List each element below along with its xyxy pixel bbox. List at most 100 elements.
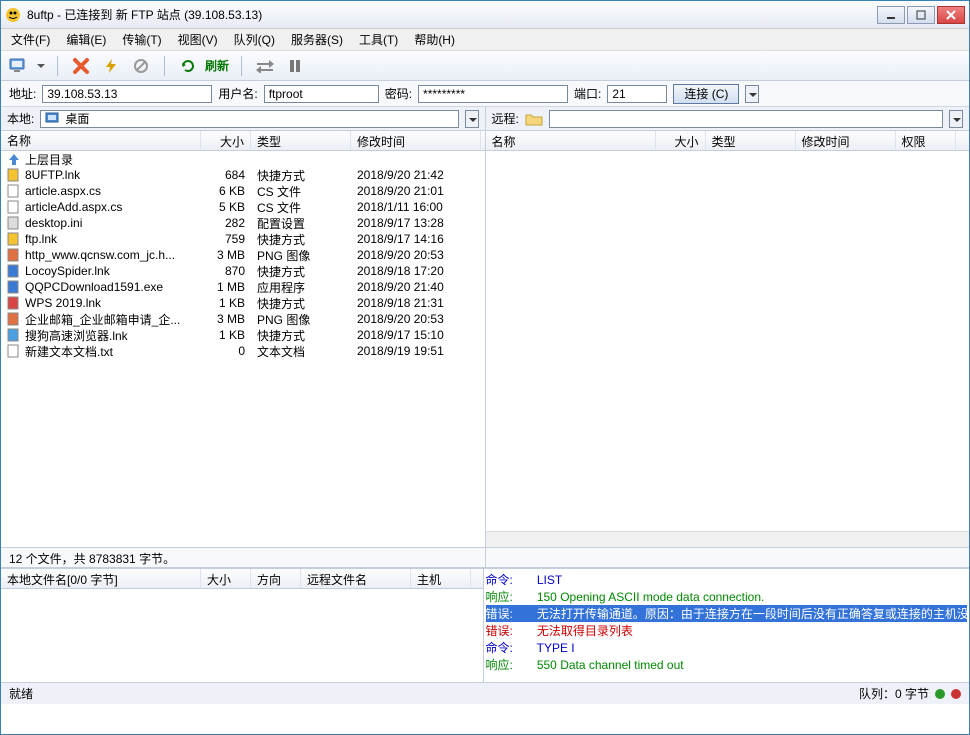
password-input[interactable] xyxy=(418,85,568,103)
menu-item[interactable]: 文件(F) xyxy=(5,29,56,50)
file-panes: 本地: 桌面 名称 大小 类型 修改时间 上层目录8UFTP.lnk684快捷方… xyxy=(1,107,969,567)
local-file-list[interactable]: 上层目录8UFTP.lnk684快捷方式2018/9/20 21:42artic… xyxy=(1,151,485,547)
maximize-button[interactable] xyxy=(907,6,935,24)
col-remotename[interactable]: 远程文件名 xyxy=(301,569,411,588)
col-mtime[interactable]: 修改时间 xyxy=(796,131,896,150)
remote-path-dropdown-icon[interactable] xyxy=(949,110,963,128)
col-name[interactable]: 名称 xyxy=(1,131,201,150)
col-type[interactable]: 类型 xyxy=(706,131,796,150)
port-label: 端口: xyxy=(574,85,601,102)
password-label: 密码: xyxy=(385,85,412,102)
remote-file-list[interactable] xyxy=(486,151,970,531)
forbidden-icon xyxy=(133,58,149,74)
refresh-icon xyxy=(180,58,196,74)
username-input[interactable] xyxy=(264,85,379,103)
dropdown-icon[interactable] xyxy=(37,62,45,70)
file-row[interactable]: ftp.lnk759快捷方式2018/9/17 14:16 xyxy=(1,231,485,247)
status-bar: 就绪 队列：0 字节 xyxy=(1,682,969,704)
queue-pane: 本地文件名[0/0 字节] 大小 方向 远程文件名 主机 xyxy=(1,569,484,682)
up-directory[interactable]: 上层目录 xyxy=(1,151,485,167)
remote-status xyxy=(486,547,970,567)
log-line: 命令: TYPE I xyxy=(486,639,968,656)
disconnect-button[interactable] xyxy=(130,55,152,77)
log-pane[interactable]: 命令: LIST响应: 150 Opening ASCII mode data … xyxy=(484,569,970,682)
col-dir[interactable]: 方向 xyxy=(251,569,301,588)
minimize-button[interactable] xyxy=(877,6,905,24)
close-button[interactable] xyxy=(937,6,965,24)
cancel-button[interactable] xyxy=(70,55,92,77)
col-host[interactable]: 主机 xyxy=(411,569,471,588)
col-size[interactable]: 大小 xyxy=(656,131,706,150)
transfer-mode-button[interactable] xyxy=(254,55,276,77)
file-row[interactable]: 新建文本文档.txt0文本文档2018/9/19 19:51 xyxy=(1,343,485,359)
connect-dropdown-icon[interactable] xyxy=(745,85,759,103)
menu-bar: 文件(F)编辑(E)传输(T)视图(V)队列(Q)服务器(S)工具(T)帮助(H… xyxy=(1,29,969,51)
file-row[interactable]: LocoySpider.lnk870快捷方式2018/9/18 17:20 xyxy=(1,263,485,279)
log-line: 响应: 150 Opening ASCII mode data connecti… xyxy=(486,588,968,605)
status-ready: 就绪 xyxy=(9,685,33,702)
status-dot-red xyxy=(951,689,961,699)
col-localname[interactable]: 本地文件名[0/0 字节] xyxy=(1,569,201,588)
file-row[interactable]: QQPCDownload1591.exe1 MB应用程序2018/9/20 21… xyxy=(1,279,485,295)
local-header: 名称 大小 类型 修改时间 xyxy=(1,131,485,151)
file-row[interactable]: 企业邮箱_企业邮箱申请_企...3 MBPNG 图像2018/9/20 20:5… xyxy=(1,311,485,327)
file-row[interactable]: articleAdd.aspx.cs5 KBCS 文件2018/1/11 16:… xyxy=(1,199,485,215)
cancel-icon xyxy=(72,57,90,75)
folder-icon xyxy=(525,112,543,126)
desktop-icon xyxy=(45,112,61,126)
col-size[interactable]: 大小 xyxy=(201,131,251,150)
app-icon xyxy=(5,7,21,23)
menu-item[interactable]: 帮助(H) xyxy=(408,29,461,50)
connect-button[interactable]: 连接 (C) xyxy=(673,84,739,104)
menu-item[interactable]: 服务器(S) xyxy=(285,29,349,50)
address-input[interactable] xyxy=(42,85,212,103)
pause-icon xyxy=(288,59,302,73)
queue-list[interactable] xyxy=(1,589,483,682)
menu-item[interactable]: 队列(Q) xyxy=(228,29,281,50)
pause-button[interactable] xyxy=(284,55,306,77)
connection-bar: 地址: 用户名: 密码: 端口: 连接 (C) xyxy=(1,81,969,107)
menu-item[interactable]: 工具(T) xyxy=(353,29,404,50)
file-row[interactable]: desktop.ini282配置设置2018/9/17 13:28 xyxy=(1,215,485,231)
toolbar: 刷新 xyxy=(1,51,969,81)
col-mtime[interactable]: 修改时间 xyxy=(351,131,481,150)
username-label: 用户名: xyxy=(218,85,257,102)
computer-button[interactable] xyxy=(7,55,29,77)
computer-icon xyxy=(8,58,28,74)
remote-path-combo[interactable] xyxy=(549,110,943,128)
col-name[interactable]: 名称 xyxy=(486,131,656,150)
window-title: 8uftp - 已连接到 新 FTP 站点 (39.108.53.13) xyxy=(27,6,877,23)
local-pane: 本地: 桌面 名称 大小 类型 修改时间 上层目录8UFTP.lnk684快捷方… xyxy=(1,107,486,567)
transfer-icon xyxy=(255,59,275,73)
minimize-icon xyxy=(886,10,896,20)
menu-item[interactable]: 视图(V) xyxy=(172,29,224,50)
local-path-dropdown-icon[interactable] xyxy=(465,110,479,128)
menu-item[interactable]: 编辑(E) xyxy=(60,29,112,50)
address-label: 地址: xyxy=(9,85,36,102)
status-queue: 队列：0 字节 xyxy=(859,685,929,702)
file-row[interactable]: article.aspx.cs6 KBCS 文件2018/9/20 21:01 xyxy=(1,183,485,199)
col-type[interactable]: 类型 xyxy=(251,131,351,150)
local-label: 本地: xyxy=(7,110,34,127)
file-row[interactable]: 8UFTP.lnk684快捷方式2018/9/20 21:42 xyxy=(1,167,485,183)
remote-scrollbar[interactable] xyxy=(486,531,970,547)
close-icon xyxy=(946,10,956,20)
port-input[interactable] xyxy=(607,85,667,103)
quick-connect-button[interactable] xyxy=(100,55,122,77)
log-line: 错误: 无法打开传输通道。原因：由于连接方在一段时间后没有正确答复或连接的主机没… xyxy=(486,605,968,622)
log-line: 错误: 无法取得目录列表 xyxy=(486,622,968,639)
refresh-button[interactable] xyxy=(177,55,199,77)
local-path-text: 桌面 xyxy=(65,110,89,127)
log-line: 响应: 550 Data channel timed out xyxy=(486,656,968,673)
local-path-combo[interactable]: 桌面 xyxy=(40,110,458,128)
refresh-label[interactable]: 刷新 xyxy=(205,57,229,74)
col-perm[interactable]: 权限 xyxy=(896,131,956,150)
menu-item[interactable]: 传输(T) xyxy=(116,29,167,50)
remote-pane: 远程: 名称 大小 类型 修改时间 权限 xyxy=(486,107,970,567)
file-row[interactable]: 搜狗高速浏览器.lnk1 KB快捷方式2018/9/17 15:10 xyxy=(1,327,485,343)
log-line: 命令: LIST xyxy=(486,571,968,588)
lightning-icon xyxy=(103,58,119,74)
file-row[interactable]: WPS 2019.lnk1 KB快捷方式2018/9/18 21:31 xyxy=(1,295,485,311)
file-row[interactable]: http_www.qcnsw.com_jc.h...3 MBPNG 图像2018… xyxy=(1,247,485,263)
col-size[interactable]: 大小 xyxy=(201,569,251,588)
